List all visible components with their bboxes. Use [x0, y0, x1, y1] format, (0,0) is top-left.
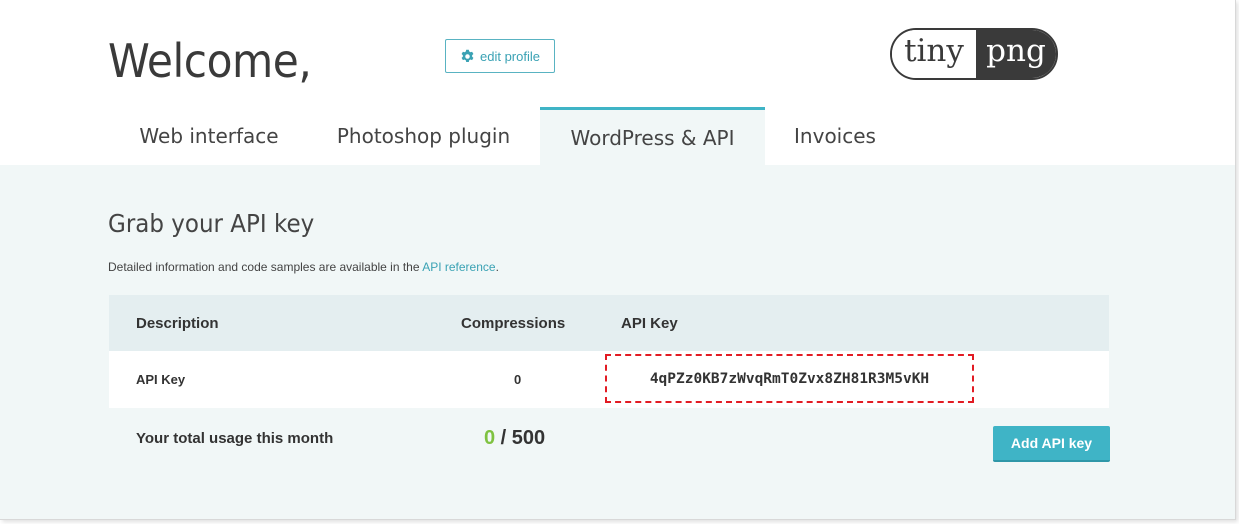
- usage-separator: /: [495, 427, 512, 449]
- logo-text-png: png: [976, 30, 1056, 78]
- tab-invoices[interactable]: Invoices: [775, 107, 895, 165]
- usage-limit: 500: [511, 427, 546, 449]
- row-compressions: 0: [514, 372, 522, 387]
- column-header-api-key: API Key: [621, 314, 678, 332]
- logo-text-tiny: tiny: [892, 30, 976, 78]
- usage-count: 0 / 500: [484, 427, 545, 450]
- section-description: Detailed information and code samples ar…: [108, 260, 499, 274]
- browser-viewport: Welcome, edit profile tiny png Web inter…: [0, 0, 1236, 520]
- section-title: Grab your API key: [108, 209, 315, 238]
- tinypng-logo[interactable]: tiny png: [890, 28, 1058, 80]
- welcome-heading: Welcome,: [108, 34, 312, 88]
- main-tabs: Web interface Photoshop plugin WordPress…: [0, 107, 1235, 165]
- row-description: API Key: [136, 372, 186, 387]
- usage-label: Your total usage this month: [136, 430, 334, 447]
- tab-photoshop-plugin[interactable]: Photoshop plugin: [320, 107, 527, 165]
- gear-icon: [461, 49, 474, 62]
- description-period: .: [495, 260, 499, 274]
- description-text: Detailed information and code samples ar…: [108, 260, 423, 274]
- api-content-panel: Grab your API key Detailed information a…: [0, 165, 1235, 519]
- tab-wordpress-api[interactable]: WordPress & API: [540, 107, 765, 165]
- api-key-value[interactable]: 4qPZz0KB7zWvqRmT0Zvx8ZH81R3M5vKH: [605, 354, 974, 403]
- api-keys-table-header: Description Compressions API Key: [109, 295, 1109, 351]
- edit-profile-label: edit profile: [480, 48, 540, 64]
- api-reference-link[interactable]: API reference: [422, 260, 495, 274]
- tab-web-interface[interactable]: Web interface: [109, 107, 309, 165]
- edit-profile-button[interactable]: edit profile: [445, 39, 555, 73]
- column-header-description: Description: [136, 314, 219, 332]
- add-api-key-button[interactable]: Add API key: [993, 426, 1110, 462]
- table-row: API Key 0 4qPZz0KB7zWvqRmT0Zvx8ZH81R3M5v…: [109, 351, 1109, 408]
- page-header: Welcome, edit profile tiny png Web inter…: [0, 0, 1235, 165]
- column-header-compressions: Compressions: [461, 314, 566, 332]
- usage-used: 0: [484, 427, 496, 449]
